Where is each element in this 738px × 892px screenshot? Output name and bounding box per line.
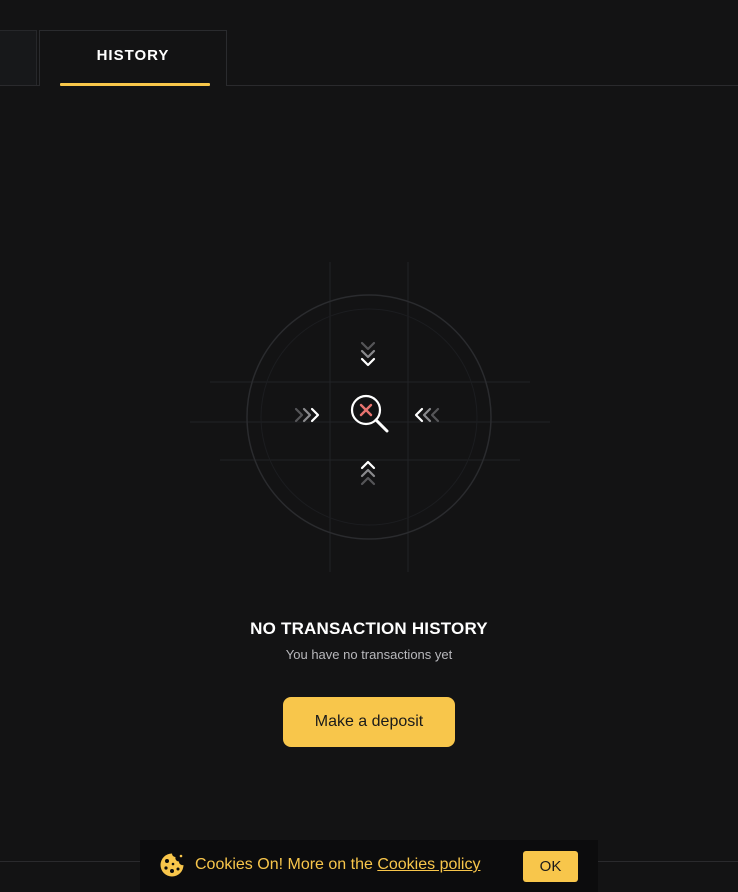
cookie-banner: Cookies On! More on the Cookies policy O… [140, 840, 598, 892]
empty-state-subtitle: You have no transactions yet [285, 647, 453, 662]
cookie-message-text: Cookies On! More on the [195, 856, 378, 873]
cookies-policy-link[interactable]: Cookies policy [377, 856, 480, 873]
tab-bar: HISTORY [0, 0, 738, 86]
cookie-icon [159, 852, 185, 878]
empty-state-title: NO TRANSACTION HISTORY [250, 619, 488, 638]
tab-history-label: HISTORY [96, 47, 170, 64]
cookie-message: Cookies On! More on the Cookies policy [195, 856, 480, 874]
page: HISTORY NO TRANSACTION HISTORY You have … [0, 0, 738, 892]
tab-previous[interactable] [0, 30, 37, 85]
cookie-ok-button[interactable]: OK [523, 851, 578, 882]
tab-active-indicator [60, 83, 210, 86]
make-deposit-button[interactable]: Make a deposit [283, 697, 455, 747]
search-no-results-icon [190, 262, 550, 572]
tab-history[interactable]: HISTORY [39, 30, 227, 86]
